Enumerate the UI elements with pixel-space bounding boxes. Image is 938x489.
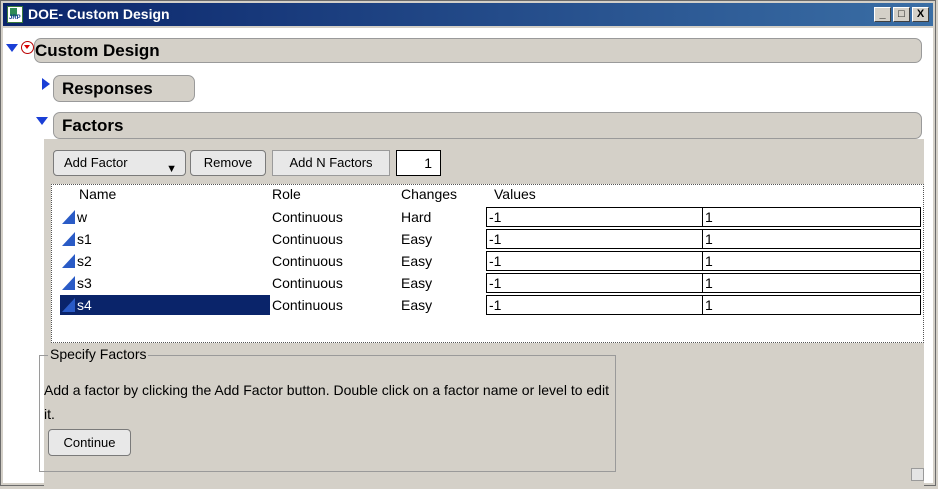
factor-name: s2 [77, 253, 92, 269]
column-header-role[interactable]: Role [272, 186, 301, 202]
resize-grip[interactable] [911, 468, 924, 481]
report-area: Custom Design Responses Factors Add Fact… [3, 28, 933, 489]
custom-design-title: Custom Design [35, 41, 160, 60]
continuous-factor-icon [62, 210, 75, 224]
factor-role[interactable]: Continuous [272, 297, 343, 313]
responses-title: Responses [62, 79, 153, 98]
continuous-factor-icon [62, 298, 75, 312]
column-header-changes[interactable]: Changes [401, 186, 457, 202]
factor-changes[interactable]: Hard [401, 209, 431, 225]
responses-header[interactable]: Responses [53, 75, 195, 102]
table-row[interactable]: s3 Continuous Easy -1 1 [54, 273, 921, 293]
table-row-selected[interactable]: s4 Continuous Easy -1 1 [54, 295, 921, 315]
factor-name-cell-selected[interactable]: s4 [60, 295, 270, 315]
factor-role[interactable]: Continuous [272, 253, 343, 269]
factor-low-value[interactable]: -1 [486, 229, 703, 249]
table-row[interactable]: s2 Continuous Easy -1 1 [54, 251, 921, 271]
factor-high-value[interactable]: 1 [702, 207, 921, 227]
chevron-down-icon: ▼ [166, 163, 177, 175]
remove-button[interactable]: Remove [190, 150, 266, 176]
factor-changes[interactable]: Easy [401, 297, 432, 313]
red-triangle-menu-icon[interactable] [21, 41, 34, 54]
factor-high-value[interactable]: 1 [702, 229, 921, 249]
disclosure-open-icon[interactable] [6, 44, 18, 52]
minimize-button[interactable]: _ [874, 7, 891, 22]
n-factors-input[interactable]: 1 [396, 150, 441, 176]
doe-window: JRP DOE- Custom Design _ □ X Custom Desi… [0, 0, 936, 489]
continue-button[interactable]: Continue [48, 429, 131, 456]
factors-header[interactable]: Factors [53, 112, 922, 139]
window-title: DOE- Custom Design [28, 6, 170, 22]
factors-table: Name Role Changes Values w Continuous Ha… [51, 184, 924, 343]
factor-name-cell[interactable]: s3 [60, 273, 270, 293]
factor-role[interactable]: Continuous [272, 275, 343, 291]
table-row[interactable]: w Continuous Hard -1 1 [54, 207, 921, 227]
continuous-factor-icon [62, 276, 75, 290]
factor-low-value[interactable]: -1 [486, 273, 703, 293]
factor-low-value[interactable]: -1 [486, 207, 703, 227]
disclosure-closed-icon[interactable] [42, 78, 50, 90]
factor-high-value[interactable]: 1 [702, 273, 921, 293]
factor-name-cell[interactable]: s1 [60, 229, 270, 249]
table-row[interactable]: s1 Continuous Easy -1 1 [54, 229, 921, 249]
factor-low-value[interactable]: -1 [486, 251, 703, 271]
continuous-factor-icon [62, 232, 75, 246]
maximize-button[interactable]: □ [893, 7, 910, 22]
continuous-factor-icon [62, 254, 75, 268]
column-header-values[interactable]: Values [494, 186, 536, 202]
add-factor-label: Add Factor [64, 155, 128, 170]
factor-name-cell[interactable]: s2 [60, 251, 270, 271]
factor-changes[interactable]: Easy [401, 231, 432, 247]
specify-factors-legend: Specify Factors [48, 346, 149, 362]
factor-changes[interactable]: Easy [401, 253, 432, 269]
add-n-factors-button[interactable]: Add N Factors [272, 150, 390, 176]
factor-role[interactable]: Continuous [272, 231, 343, 247]
factor-name-cell[interactable]: w [60, 207, 270, 227]
factor-high-value[interactable]: 1 [702, 251, 921, 271]
factor-name: s4 [77, 297, 92, 313]
close-button[interactable]: X [912, 7, 929, 22]
jmp-app-icon: JRP [7, 6, 23, 23]
custom-design-header[interactable]: Custom Design [34, 38, 922, 63]
column-header-name[interactable]: Name [79, 186, 116, 202]
factor-name: s3 [77, 275, 92, 291]
specify-factors-instructions: Add a factor by clicking the Add Factor … [44, 382, 609, 422]
factor-role[interactable]: Continuous [272, 209, 343, 225]
add-factor-dropdown[interactable]: Add Factor ▼ [53, 150, 186, 176]
factor-high-value[interactable]: 1 [702, 295, 921, 315]
disclosure-open-icon[interactable] [36, 117, 48, 125]
title-bar[interactable]: JRP DOE- Custom Design _ □ X [3, 3, 933, 26]
factors-title: Factors [62, 116, 124, 135]
factor-name: w [77, 209, 88, 225]
factor-changes[interactable]: Easy [401, 275, 432, 291]
factor-name: s1 [77, 231, 92, 247]
app-icon-label: JRP [9, 15, 21, 21]
specify-factors-group: Specify Factors Add a factor by clicking… [39, 346, 616, 472]
factor-low-value[interactable]: -1 [486, 295, 703, 315]
